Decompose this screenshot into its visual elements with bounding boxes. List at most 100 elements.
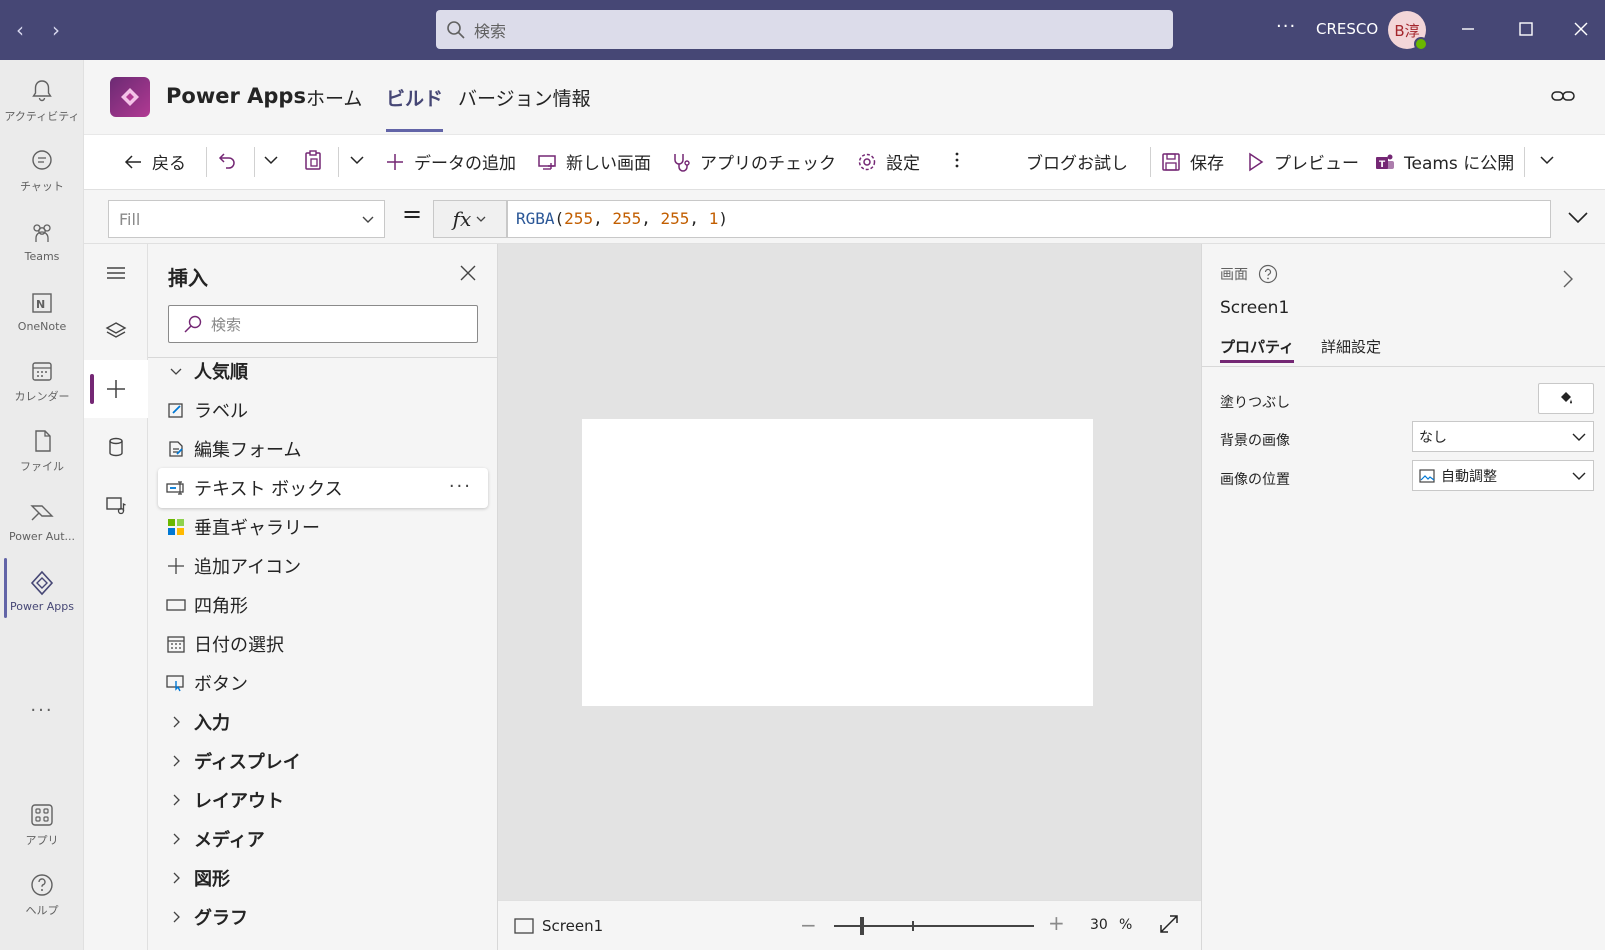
rail-item-label: Power Apps xyxy=(10,599,74,613)
function-picker-button[interactable]: fx xyxy=(433,200,507,238)
save-button[interactable]: 保存 xyxy=(1160,149,1224,174)
insert-item-date-picker[interactable]: 日付の選択 xyxy=(158,624,488,664)
tab-build[interactable]: ビルド xyxy=(386,84,444,132)
category-display[interactable]: ディスプレイ xyxy=(158,741,488,781)
close-icon[interactable] xyxy=(459,264,477,282)
rail-more-apps-icon[interactable]: ··· xyxy=(0,700,84,721)
zoom-out-button[interactable]: − xyxy=(800,913,817,937)
forward-nav-icon[interactable]: › xyxy=(52,18,60,42)
rail-item-power-apps[interactable]: Power Apps xyxy=(0,558,84,624)
back-button[interactable]: 戻る xyxy=(122,149,186,174)
rail-item-teams[interactable]: Teams xyxy=(0,208,84,274)
tree-view-button[interactable] xyxy=(84,244,148,302)
insert-item-vertical-gallery[interactable]: 垂直ギャラリー xyxy=(158,507,488,547)
tab-properties[interactable]: プロパティ xyxy=(1220,336,1295,363)
selected-control-name: Screen1 xyxy=(1220,298,1290,318)
app-check-label: アプリのチェック xyxy=(700,154,836,174)
selection-type-label: 画面 xyxy=(1220,267,1248,283)
insert-item-text-box[interactable]: テキスト ボックス ··· xyxy=(158,468,488,508)
screen-selector[interactable]: Screen1 xyxy=(514,917,603,935)
zoom-slider-handle[interactable] xyxy=(860,917,864,935)
help-icon[interactable] xyxy=(1258,264,1278,284)
rail-item-apps[interactable]: アプリ xyxy=(0,792,84,858)
maximize-button[interactable] xyxy=(1511,14,1541,44)
category-media[interactable]: メディア xyxy=(158,819,488,859)
app-check-button[interactable]: アプリのチェック xyxy=(670,149,836,174)
category-input[interactable]: 入力 xyxy=(158,702,488,742)
rail-item-help[interactable]: ヘルプ xyxy=(0,862,84,928)
bg-image-dropdown[interactable]: なし xyxy=(1412,421,1594,452)
database-icon xyxy=(109,437,123,457)
insert-item-edit-form[interactable]: 編集フォーム xyxy=(158,429,488,469)
insert-item-text: 編集フォーム xyxy=(194,440,302,461)
insert-search-input[interactable]: 検索 xyxy=(168,305,478,343)
rail-item-activity[interactable]: アクティビティ xyxy=(0,68,84,134)
layers-button[interactable] xyxy=(84,302,148,360)
minimize-button[interactable] xyxy=(1453,14,1483,44)
new-screen-button[interactable]: 新しい画面 xyxy=(536,149,651,174)
insert-item-label[interactable]: ラベル xyxy=(158,390,488,430)
insert-item-button[interactable]: ボタン xyxy=(158,663,488,703)
publish-dropdown-button[interactable] xyxy=(1536,149,1558,171)
undo-dropdown-button[interactable] xyxy=(260,149,282,171)
formula-bar: Fill = fx RGBA(255, 255, 255, 1) xyxy=(84,190,1605,244)
add-data-button[interactable]: データの追加 xyxy=(384,149,516,174)
insert-item-add-icon[interactable]: 追加アイコン xyxy=(158,546,488,586)
publish-teams-button[interactable]: T Teams に公開 xyxy=(1374,149,1514,174)
rail-item-power-automate[interactable]: Power Aut... xyxy=(0,488,84,554)
settings-button[interactable]: 設定 xyxy=(856,149,920,174)
blog-trial-button[interactable]: ブログお試し xyxy=(1026,149,1128,174)
category-popular[interactable]: 人気順 xyxy=(158,351,488,391)
app-rail: アクティビティ チャット Teams N OneNote カレンダー ファイル … xyxy=(0,60,84,950)
tab-about[interactable]: バージョン情報 xyxy=(458,84,591,111)
paste-dropdown-button[interactable] xyxy=(346,149,368,171)
screen-canvas[interactable] xyxy=(582,419,1093,706)
preview-button[interactable]: プレビュー xyxy=(1244,149,1359,174)
global-search-input[interactable]: 検索 xyxy=(436,10,1173,49)
more-commands-icon[interactable] xyxy=(946,149,968,171)
image-position-dropdown[interactable]: 自動調整 xyxy=(1412,460,1594,491)
zoom-in-button[interactable]: + xyxy=(1048,911,1065,935)
category-shapes[interactable]: 図形 xyxy=(158,858,488,898)
svg-text:N: N xyxy=(36,298,45,311)
formula-arg: 255 xyxy=(660,209,690,228)
close-window-button[interactable] xyxy=(1566,14,1596,44)
teams-icon xyxy=(33,223,51,242)
apps-icon xyxy=(31,804,53,826)
rail-item-calendar[interactable]: カレンダー xyxy=(0,348,84,414)
new-screen-label: 新しい画面 xyxy=(566,154,651,174)
expand-formula-icon[interactable] xyxy=(1565,204,1591,230)
media-button[interactable] xyxy=(84,476,148,534)
rail-item-files[interactable]: ファイル xyxy=(0,418,84,484)
insert-panel: 挿入 検索 人気順 ラベル 編集フォーム テキスト ボックス ··· 垂直ギャラ… xyxy=(148,244,498,950)
link-icon[interactable] xyxy=(1551,86,1575,106)
formula-input[interactable]: RGBA(255, 255, 255, 1) xyxy=(507,200,1551,238)
hamburger-icon xyxy=(107,267,125,279)
category-charts[interactable]: グラフ xyxy=(158,897,488,937)
fit-to-window-icon[interactable] xyxy=(1158,913,1180,935)
chevron-down-icon xyxy=(476,216,486,222)
rail-item-onenote[interactable]: N OneNote xyxy=(0,278,84,344)
zoom-slider[interactable] xyxy=(834,917,1034,935)
rail-item-label: チャット xyxy=(20,180,64,193)
power-automate-icon xyxy=(30,504,54,520)
tab-home[interactable]: ホーム xyxy=(306,84,362,111)
undo-button[interactable] xyxy=(216,149,238,171)
tab-advanced[interactable]: 詳細設定 xyxy=(1321,336,1381,357)
app-header: Power Apps ホーム ビルド バージョン情報 xyxy=(84,60,1605,134)
category-layout[interactable]: レイアウト xyxy=(158,780,488,820)
insert-button[interactable] xyxy=(84,360,148,418)
insert-item-rectangle[interactable]: 四角形 xyxy=(158,585,488,625)
chevron-right-icon[interactable] xyxy=(1561,268,1575,290)
power-apps-logo-icon xyxy=(121,88,139,106)
fill-color-picker[interactable] xyxy=(1538,383,1594,414)
data-button[interactable] xyxy=(84,418,148,476)
property-selector[interactable]: Fill xyxy=(108,200,385,238)
paste-button[interactable] xyxy=(302,149,324,171)
more-options-icon[interactable]: ··· xyxy=(1276,16,1296,37)
screen-icon xyxy=(514,918,534,934)
rail-item-chat[interactable]: チャット xyxy=(0,138,84,204)
back-nav-icon[interactable]: ‹ xyxy=(16,18,24,42)
more-options-icon[interactable]: ··· xyxy=(449,476,472,497)
avatar[interactable]: B淳 xyxy=(1388,11,1428,51)
